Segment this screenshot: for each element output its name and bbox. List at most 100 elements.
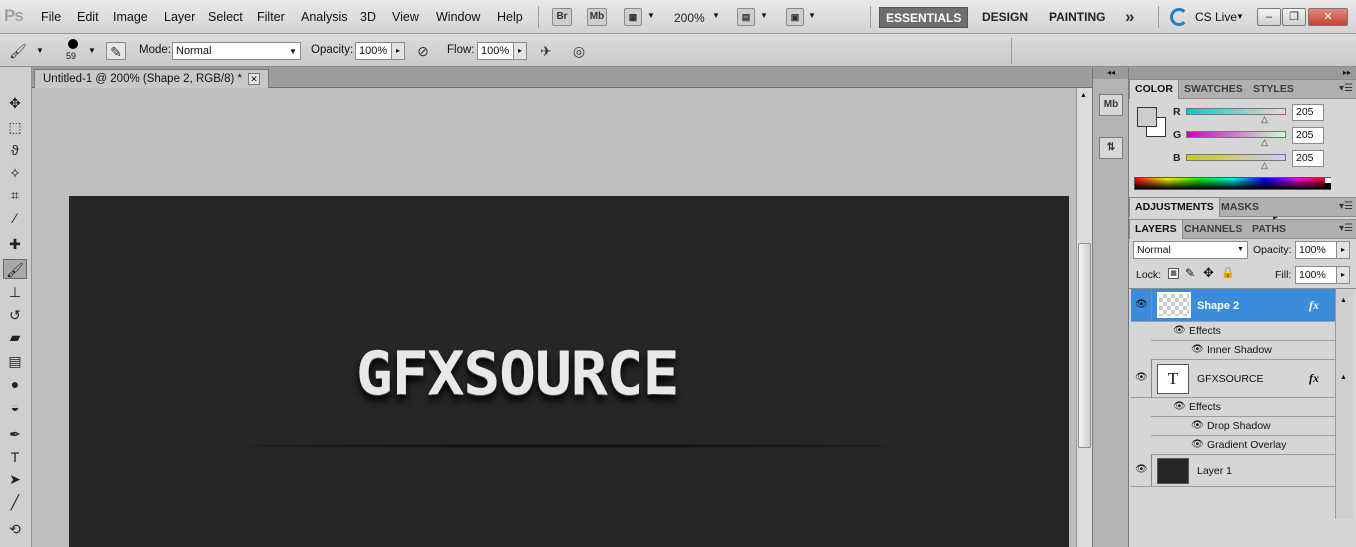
menu-filter[interactable]: Filter — [257, 10, 285, 24]
effects-row[interactable]: 👁 Effects — [1151, 398, 1335, 417]
layer-opacity-input[interactable]: 100% — [1295, 241, 1337, 259]
visibility-eye-icon[interactable]: 👁 — [1173, 401, 1186, 412]
green-value-input[interactable]: 205 — [1292, 127, 1324, 144]
panel-menu-icon[interactable]: ▾☰ — [1339, 83, 1353, 94]
cs-live-menu[interactable]: CS Live — [1195, 10, 1237, 24]
visibility-eye-icon[interactable]: 👁 — [1191, 344, 1204, 355]
visibility-eye-icon[interactable]: 👁 — [1173, 325, 1186, 336]
scrollbar-thumb[interactable] — [1078, 243, 1091, 448]
path-selection-tool-icon[interactable]: ➤ — [3, 469, 27, 489]
lasso-tool-icon[interactable]: ϑ — [3, 140, 27, 160]
dodge-tool-icon[interactable]: ◒ — [3, 397, 27, 417]
clone-stamp-tool-icon[interactable]: ⊥ — [3, 282, 27, 302]
flow-slider-arrow-icon[interactable]: ▸ — [513, 42, 527, 60]
3d-rotate-tool-icon[interactable]: ⟲ — [3, 519, 27, 539]
chevron-down-icon[interactable]: ▼ — [647, 11, 655, 20]
mode-select[interactable]: Normal — [172, 42, 301, 60]
tab-masks[interactable]: MASKS — [1216, 198, 1264, 217]
blur-tool-icon[interactable]: ● — [3, 374, 27, 394]
lock-all-icon[interactable]: 🔒 — [1221, 266, 1235, 279]
lock-position-icon[interactable]: ✥ — [1203, 265, 1214, 281]
layers-scrollbar[interactable]: ▲ ▲ — [1335, 289, 1353, 519]
layer-opacity-arrow-icon[interactable]: ▸ — [1336, 241, 1350, 259]
brush-panel-icon[interactable]: ✎ — [106, 42, 126, 60]
red-value-input[interactable]: 205 — [1292, 104, 1324, 121]
green-slider-thumb[interactable]: △ — [1261, 137, 1268, 148]
pressure-opacity-icon[interactable]: ⊘ — [413, 42, 433, 60]
tab-layers[interactable]: LAYERS — [1129, 220, 1183, 239]
canvas-area[interactable]: GFXSOURCE — [32, 88, 1076, 547]
lock-pixels-icon[interactable]: ✎ — [1185, 266, 1195, 280]
visibility-eye-icon[interactable]: 👁 — [1135, 464, 1148, 475]
layer-row-layer-1[interactable]: 👁 Layer 1 — [1131, 455, 1335, 487]
document-canvas[interactable]: GFXSOURCE — [69, 196, 1069, 547]
eyedropper-tool-icon[interactable]: ⁄ — [3, 208, 27, 228]
chevron-down-icon[interactable]: ▼ — [712, 11, 720, 20]
chevron-down-icon[interactable]: ▼ — [1237, 246, 1244, 253]
blue-value-input[interactable]: 205 — [1292, 150, 1324, 167]
menu-image[interactable]: Image — [113, 10, 148, 24]
chevron-down-icon[interactable]: ▼ — [88, 46, 96, 55]
screen-mode-icon[interactable]: ▣ — [786, 8, 804, 26]
panel-menu-icon[interactable]: ▾☰ — [1339, 223, 1353, 234]
visibility-eye-icon[interactable]: 👁 — [1135, 372, 1148, 383]
menu-window[interactable]: Window — [436, 10, 480, 24]
workspace-painting[interactable]: PAINTING — [1043, 7, 1111, 28]
bridge-button[interactable]: Br — [552, 8, 572, 26]
blue-slider-thumb[interactable]: △ — [1261, 160, 1268, 171]
menu-3d[interactable]: 3D — [360, 10, 376, 24]
line-tool-icon[interactable]: ╱ — [3, 492, 27, 512]
layer-row-gfxsource[interactable]: 👁 T GFXSOURCE fx — [1131, 360, 1335, 398]
tab-adjustments[interactable]: ADJUSTMENTS — [1129, 198, 1220, 217]
quick-selection-tool-icon[interactable]: ✧ — [3, 163, 27, 183]
marquee-tool-icon[interactable]: ⬚ — [3, 117, 27, 137]
eraser-tool-icon[interactable]: ▰ — [3, 327, 27, 347]
menu-analysis[interactable]: Analysis — [301, 10, 348, 24]
airbrush-icon[interactable]: ✈ — [536, 42, 556, 60]
visibility-eye-icon[interactable]: 👁 — [1191, 420, 1204, 431]
chevron-down-icon[interactable]: ▼ — [1236, 12, 1244, 21]
restore-button[interactable]: ❐ — [1282, 8, 1306, 26]
menu-edit[interactable]: Edit — [77, 10, 99, 24]
crop-tool-icon[interactable]: ⌗ — [3, 185, 27, 205]
effect-row-gradient-overlay[interactable]: 👁 Gradient Overlay — [1151, 436, 1335, 455]
collapse-dock-icon[interactable]: ◂◂ — [1093, 67, 1129, 79]
arrange-documents-icon[interactable]: ▤ — [737, 8, 755, 26]
layer-row-shape-2[interactable]: 👁 Shape 2 fx — [1131, 289, 1335, 322]
canvas-text-layer[interactable]: GFXSOURCE — [356, 339, 679, 409]
menu-layer[interactable]: Layer — [164, 10, 195, 24]
move-tool-icon[interactable]: ✥ — [3, 93, 27, 113]
blend-mode-select[interactable]: Normal — [1133, 241, 1248, 259]
fill-input[interactable]: 100% — [1295, 266, 1337, 284]
mini-bridge-button[interactable]: Mb — [587, 8, 607, 26]
red-slider[interactable] — [1186, 108, 1286, 115]
gradient-tool-icon[interactable]: ▤ — [3, 351, 27, 371]
tab-color[interactable]: COLOR — [1129, 80, 1179, 99]
tab-styles[interactable]: STYLES — [1248, 80, 1299, 99]
menu-select[interactable]: Select — [208, 10, 243, 24]
foreground-color-swatch[interactable] — [1137, 107, 1157, 127]
vertical-scrollbar[interactable]: ▲ — [1076, 88, 1092, 547]
effects-fx-icon[interactable]: fx — [1309, 298, 1319, 313]
visibility-eye-icon[interactable]: 👁 — [1135, 299, 1148, 310]
scroll-up-icon[interactable]: ▲ — [1340, 297, 1347, 304]
scroll-up-icon[interactable]: ▲ — [1080, 92, 1087, 99]
opacity-input[interactable]: 100% — [355, 42, 392, 60]
effect-row-inner-shadow[interactable]: 👁 Inner Shadow — [1151, 341, 1335, 360]
visibility-eye-icon[interactable]: 👁 — [1191, 439, 1204, 450]
healing-brush-tool-icon[interactable]: ✚ — [3, 234, 27, 254]
black-swatch[interactable] — [1325, 183, 1331, 189]
menu-file[interactable]: File — [41, 10, 61, 24]
chevron-down-icon[interactable]: ▼ — [808, 11, 816, 20]
opacity-slider-arrow-icon[interactable]: ▸ — [391, 42, 405, 60]
expand-panels-icon[interactable]: ▸▸ — [1343, 67, 1351, 79]
brush-preset-icon[interactable] — [68, 39, 78, 49]
history-panel-icon[interactable]: ⇅ — [1099, 137, 1123, 159]
more-workspaces-icon[interactable]: » — [1125, 7, 1134, 27]
chevron-down-icon[interactable]: ▼ — [289, 47, 297, 56]
tab-channels[interactable]: CHANNELS — [1179, 220, 1247, 239]
history-brush-tool-icon[interactable]: ↺ — [3, 305, 27, 325]
zoom-level[interactable]: 200% — [674, 11, 705, 25]
scroll-up-icon[interactable]: ▲ — [1340, 374, 1347, 381]
menu-view[interactable]: View — [392, 10, 419, 24]
